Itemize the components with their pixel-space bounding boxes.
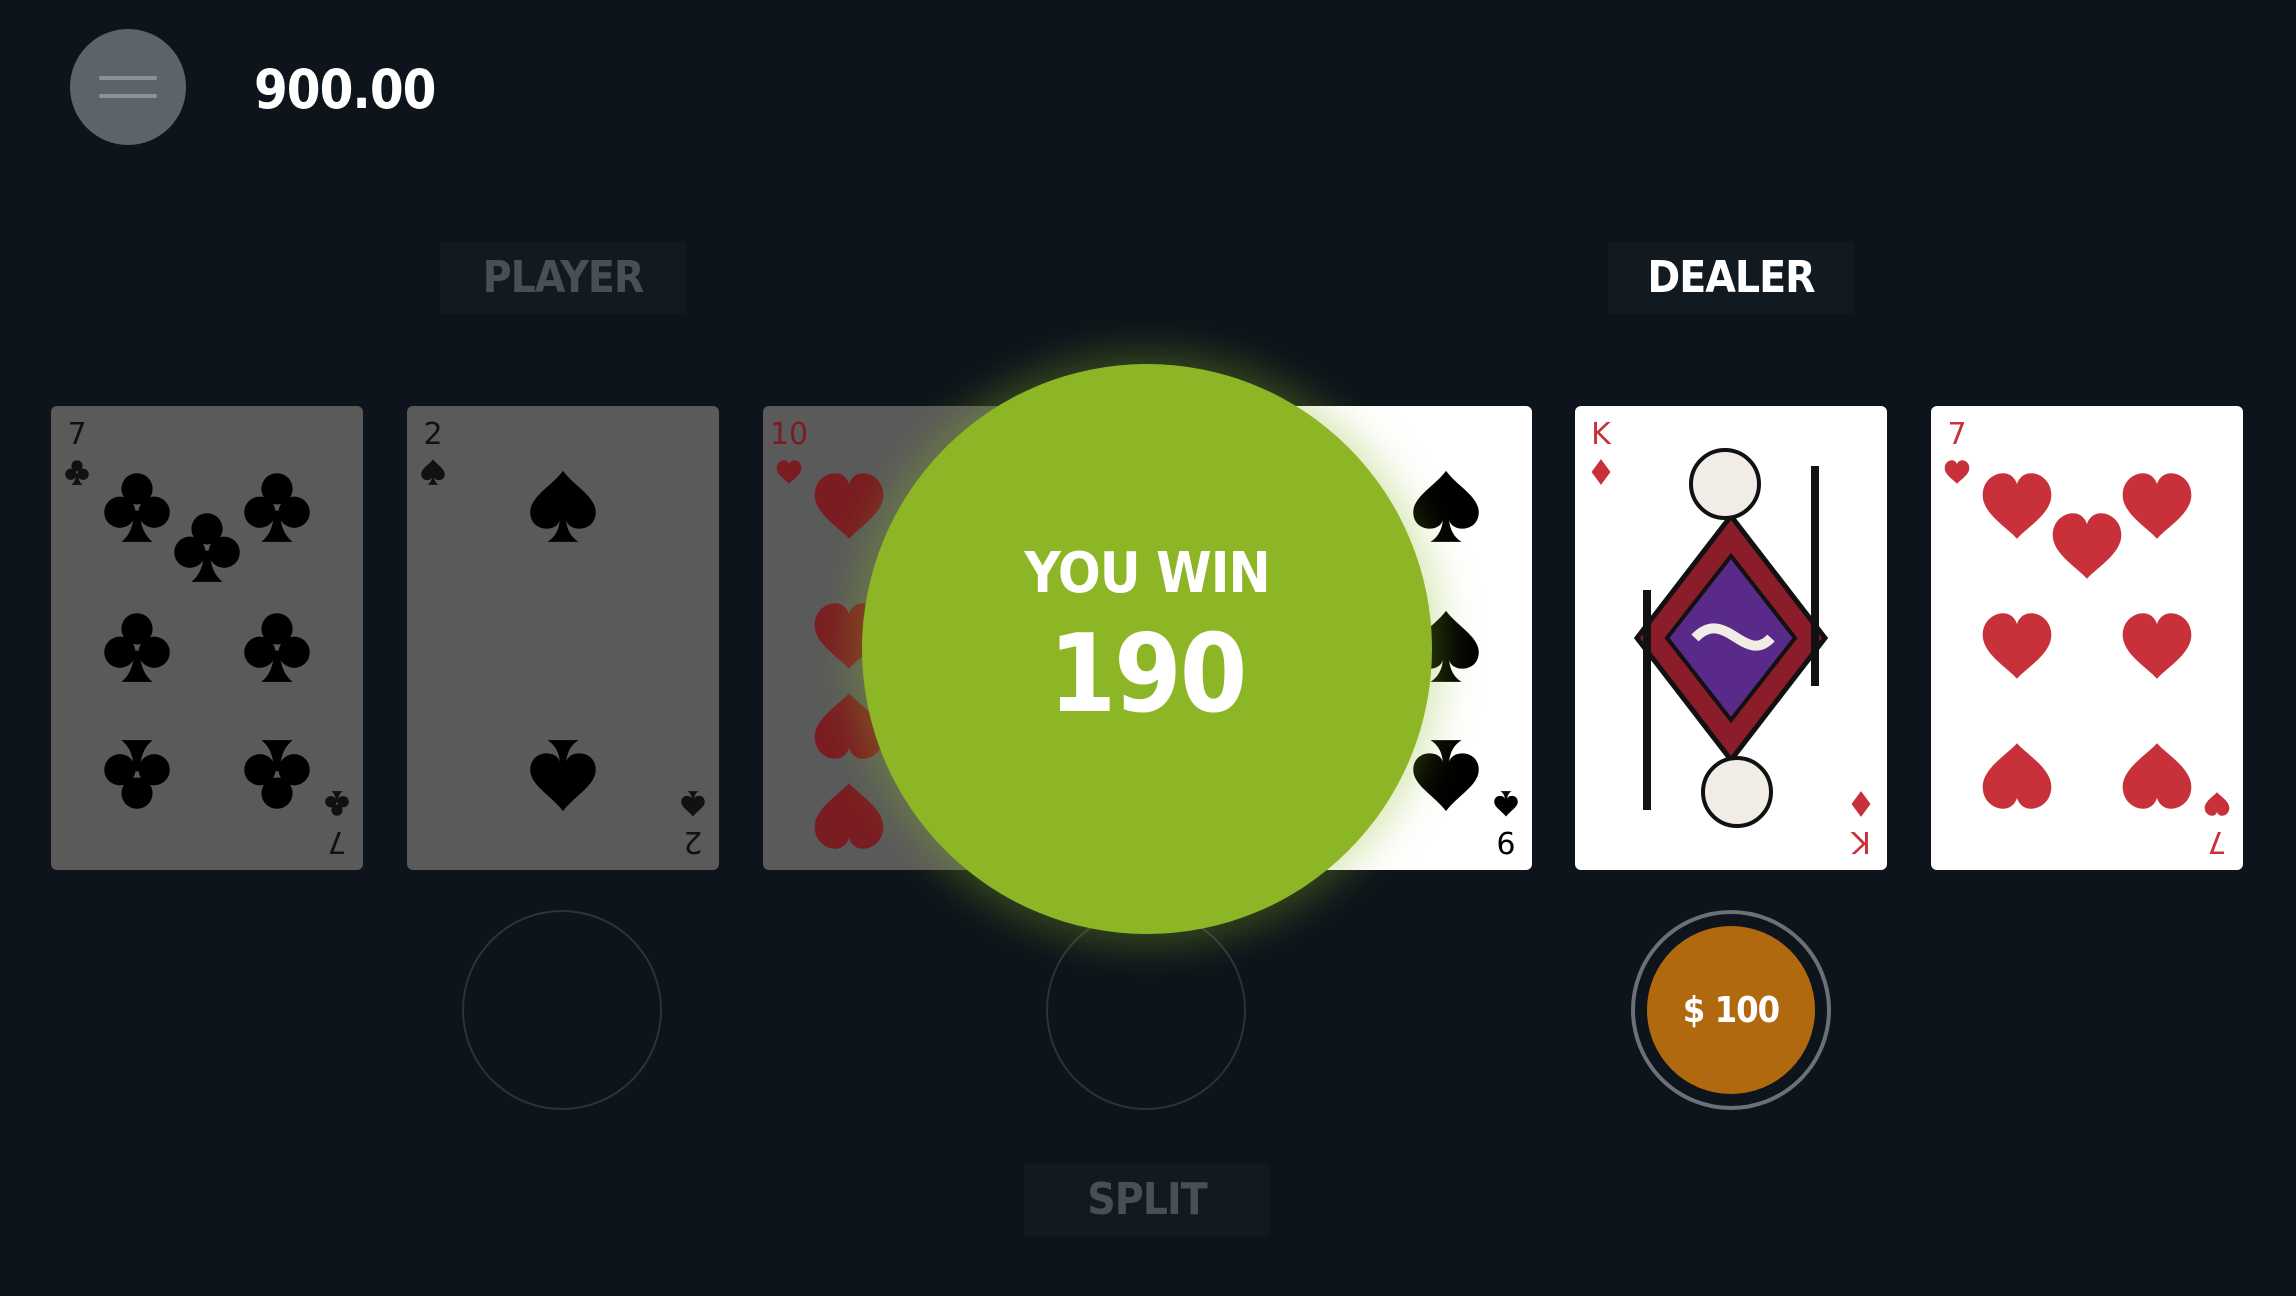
player-card-2-spades: 22	[407, 406, 719, 870]
clubs-pip	[104, 740, 170, 809]
win-title: YOU WIN	[1024, 541, 1270, 606]
card-rank: K	[1850, 824, 1871, 859]
menu-icon-line	[99, 76, 157, 80]
hearts-pip	[1944, 460, 1970, 484]
player-label: PLAYER	[440, 242, 686, 314]
split-bet-spot[interactable]	[1046, 910, 1246, 1110]
clubs-pip	[104, 613, 170, 682]
dealer-bet-spot[interactable]: $ 100	[1631, 910, 1831, 1110]
card-rank: 7	[2207, 824, 2226, 859]
card-rank: 9	[1496, 824, 1515, 859]
card-rank: K	[1591, 417, 1612, 452]
card-rank: 10	[770, 417, 808, 452]
dealer-card-king-diamonds: KK	[1575, 406, 1887, 870]
hearts-pip	[1982, 473, 2052, 539]
menu-button[interactable]	[70, 29, 186, 145]
spades-pip	[421, 459, 445, 485]
clubs-pip	[104, 473, 170, 542]
spades-pip	[1413, 740, 1479, 812]
card-face: 77	[65, 417, 349, 859]
card-rank: 7	[327, 824, 346, 859]
card-face: 77	[1944, 417, 2230, 859]
hearts-pip	[776, 460, 802, 484]
balance-amount: 900.00	[254, 58, 436, 121]
clubs-pip	[325, 791, 349, 816]
win-amount: 190	[1048, 612, 1248, 737]
clubs-pip	[244, 613, 310, 682]
spades-pip	[1413, 470, 1479, 542]
card-rank: 2	[423, 417, 442, 452]
win-banner: YOU WIN 190	[862, 364, 1432, 934]
card-rank: 2	[683, 824, 702, 859]
spades-pip	[1494, 791, 1518, 817]
dealer-label: DEALER	[1608, 242, 1854, 314]
hearts-pip	[2122, 473, 2192, 539]
hearts-pip	[814, 783, 884, 849]
hearts-pip	[2122, 743, 2192, 809]
bet-chip: $ 100	[1647, 926, 1815, 1094]
spades-pip	[530, 740, 596, 812]
hearts-pip	[1982, 743, 2052, 809]
hearts-pip	[2052, 513, 2122, 579]
clubs-pip	[244, 740, 310, 809]
diamonds-pip	[1851, 791, 1871, 817]
diamonds-pip	[1591, 459, 1611, 485]
menu-icon-line	[99, 94, 157, 98]
card-rank: 7	[1947, 417, 1966, 452]
card-face: 22	[421, 417, 705, 859]
clubs-pip	[65, 460, 89, 485]
dealer-card-7-hearts: 77	[1931, 406, 2243, 870]
hearts-pip	[2204, 792, 2230, 816]
card-face: KK	[1591, 417, 1871, 859]
spades-pip	[681, 791, 705, 817]
spades-pip	[530, 470, 596, 542]
clubs-pip	[174, 513, 240, 582]
clubs-pip	[244, 473, 310, 542]
hearts-pip	[814, 473, 884, 539]
player-bet-spot[interactable]	[462, 910, 662, 1110]
player-card-7-clubs: 77	[51, 406, 363, 870]
king-figure	[1633, 448, 1829, 828]
hearts-pip	[1982, 613, 2052, 679]
split-button[interactable]: SPLIT	[1024, 1164, 1270, 1236]
hearts-pip	[2122, 613, 2192, 679]
card-rank: 7	[67, 417, 86, 452]
